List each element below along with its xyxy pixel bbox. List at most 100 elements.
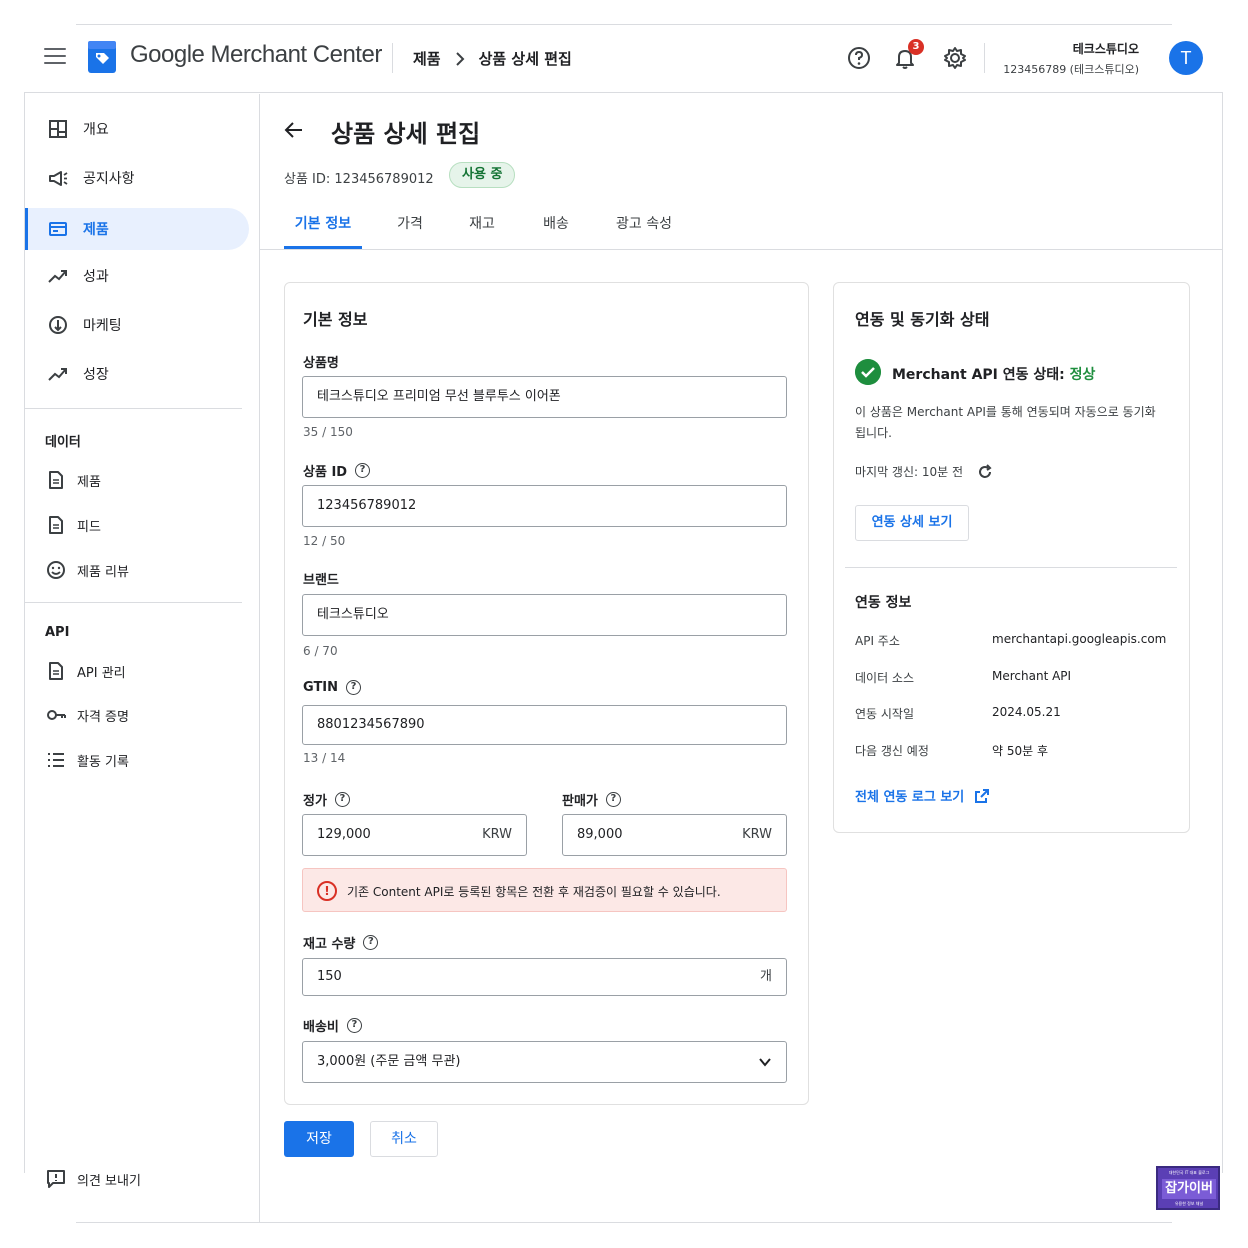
marketing-icon	[49, 316, 67, 334]
breadcrumb-current: 상품 상세 편집	[478, 50, 572, 68]
sidebar-item-performance[interactable]: 성과	[25, 255, 249, 297]
breadcrumb: 제품 상품 상세 편집	[413, 48, 572, 69]
help-icon[interactable]: ?	[355, 463, 371, 478]
stock-quantity-label: 재고 수량?	[303, 933, 379, 952]
shipping-fee-select[interactable]: 3,000원 (주문 금액 무관)	[302, 1041, 787, 1083]
help-icon[interactable]: ?	[334, 792, 350, 807]
product-id-label: 상품 ID: 123456789012	[284, 172, 434, 187]
sidebar-item-products[interactable]: 제품	[25, 208, 249, 250]
sidebar-item-announcements[interactable]: 공지사항	[25, 157, 249, 199]
tab-basic-info[interactable]: 기본 정보	[284, 205, 362, 249]
list-price-input[interactable]: 129,000 KRW	[302, 814, 527, 856]
product-id-field-label: 상품 ID?	[303, 461, 371, 480]
sidebar-section-api: API	[45, 625, 70, 640]
last-sync-text: 마지막 갱신: 10분 전	[855, 465, 964, 479]
sidebar-item-marketing[interactable]: 마케팅	[25, 304, 249, 346]
help-icon[interactable]: ?	[346, 1018, 362, 1033]
sidebar-item-api-management[interactable]: API 관리	[25, 650, 249, 692]
header-divider-2	[984, 43, 985, 73]
key-icon	[47, 710, 66, 720]
settings-gear-icon[interactable]	[942, 45, 968, 71]
dashboard-icon	[49, 120, 67, 138]
brand-counter: 6 / 70	[303, 644, 338, 658]
watermark-logo: 대한민국 IT 대표 블로그 잡가이버 유용한 정보 채널	[1156, 1166, 1220, 1210]
help-icon[interactable]	[846, 45, 872, 71]
sidebar-item-label: 활동 기록	[77, 754, 129, 770]
brand-title[interactable]: Google Merchant Center	[130, 41, 382, 69]
view-all-logs-link[interactable]: 전체 연동 로그 보기	[855, 786, 990, 805]
help-icon[interactable]: ?	[363, 935, 379, 950]
account-switcher[interactable]: 테크스튜디오 123456789 (테크스튜디오)	[1003, 40, 1139, 77]
sidebar-item-label: 피드	[77, 519, 101, 535]
sidebar-item-data-products[interactable]: 제품	[25, 459, 249, 501]
brand-input[interactable]: 테크스튜디오	[302, 594, 787, 636]
refresh-icon[interactable]	[977, 463, 993, 480]
view-sync-details-button[interactable]: 연동 상세 보기	[855, 505, 969, 541]
sidebar-item-growth[interactable]: 성장	[25, 353, 249, 395]
product-name-label: 상품명	[303, 356, 339, 371]
last-sync-line: 마지막 갱신: 10분 전	[855, 463, 993, 480]
stock-quantity-input[interactable]: 150 개	[302, 958, 787, 996]
review-icon	[47, 561, 65, 579]
sidebar-section-data: 데이터	[45, 435, 81, 450]
tab-inventory[interactable]: 재고	[458, 205, 506, 249]
back-arrow-icon[interactable]	[282, 118, 306, 142]
feedback-label: 의견 보내기	[77, 1173, 141, 1189]
tab-shipping[interactable]: 배송	[532, 205, 580, 249]
avatar[interactable]: T	[1169, 41, 1203, 75]
feedback-icon	[47, 1170, 65, 1188]
save-button[interactable]: 저장	[284, 1121, 354, 1157]
stock-unit: 개	[760, 969, 772, 984]
product-id-counter: 12 / 50	[303, 534, 346, 548]
sync-description: 이 상품은 Merchant API를 통해 연동되며 자동으로 동기화됩니다.	[855, 405, 1156, 440]
trending-up-icon	[48, 270, 67, 283]
info-key: 연동 시작일	[855, 707, 915, 721]
migration-warning-banner: ! 기존 Content API로 등록된 항목은 전환 후 재검증이 필요할 …	[302, 868, 787, 912]
sidebar-item-overview[interactable]: 개요	[25, 108, 249, 150]
send-feedback-button[interactable]: 의견 보내기	[25, 1158, 249, 1200]
chevron-right-icon	[455, 51, 465, 66]
sidebar-item-activity-log[interactable]: 활동 기록	[25, 739, 249, 781]
header-divider	[392, 43, 393, 73]
gtin-input[interactable]: 8801234567890	[302, 705, 787, 745]
product-id-input[interactable]: 123456789012	[302, 485, 787, 527]
sync-info-title: 연동 정보	[855, 595, 912, 611]
frame-bottom-line	[76, 1222, 1172, 1223]
info-value: 약 50분 후	[992, 744, 1049, 758]
sync-card-title: 연동 및 동기화 상태	[855, 310, 990, 329]
sidebar-item-reviews[interactable]: 제품 리뷰	[25, 549, 249, 591]
tab-ad-attributes[interactable]: 광고 속성	[606, 205, 682, 249]
notifications-icon[interactable]: 3	[892, 39, 924, 71]
list-price-label: 정가?	[303, 790, 350, 809]
tab-bar: 기본 정보 가격 재고 배송 광고 속성	[260, 205, 1222, 250]
megaphone-icon	[49, 171, 68, 186]
list-price-value: 129,000	[317, 827, 371, 842]
sale-price-value: 89,000	[577, 827, 623, 842]
info-key: 데이터 소스	[855, 671, 915, 685]
cancel-button[interactable]: 취소	[370, 1121, 438, 1157]
account-id: 123456789 (테크스튜디오)	[1003, 63, 1139, 76]
help-icon[interactable]: ?	[605, 792, 621, 807]
hamburger-menu-icon[interactable]	[44, 48, 66, 66]
tab-price[interactable]: 가격	[386, 205, 434, 249]
products-icon	[49, 222, 67, 236]
sidebar-item-label: 공지사항	[83, 171, 135, 187]
breadcrumb-products[interactable]: 제품	[413, 48, 441, 69]
api-status-value: 정상	[1069, 367, 1096, 383]
frame-right-line	[1222, 93, 1223, 1173]
product-name-counter: 35 / 150	[303, 425, 353, 439]
sidebar-item-credentials[interactable]: 자격 증명	[25, 694, 249, 736]
growth-icon	[48, 368, 67, 381]
stock-quantity-value: 150	[317, 969, 342, 984]
product-name-input[interactable]: 테크스튜디오 프리미엄 무선 블루투스 이어폰	[302, 376, 787, 418]
sale-price-input[interactable]: 89,000 KRW	[562, 814, 787, 856]
sidebar-divider	[25, 408, 242, 409]
merchant-center-logo-icon	[88, 41, 116, 73]
sale-price-currency: KRW	[742, 827, 772, 842]
sidebar-item-feeds[interactable]: 피드	[25, 504, 249, 546]
sidebar-item-label: 제품 리뷰	[77, 564, 129, 580]
warning-text: 기존 Content API로 등록된 항목은 전환 후 재검증이 필요할 수 …	[347, 885, 721, 899]
sidebar-item-label: 자격 증명	[77, 709, 129, 725]
sidebar-item-label: API 관리	[77, 665, 126, 681]
help-icon[interactable]: ?	[346, 680, 362, 695]
